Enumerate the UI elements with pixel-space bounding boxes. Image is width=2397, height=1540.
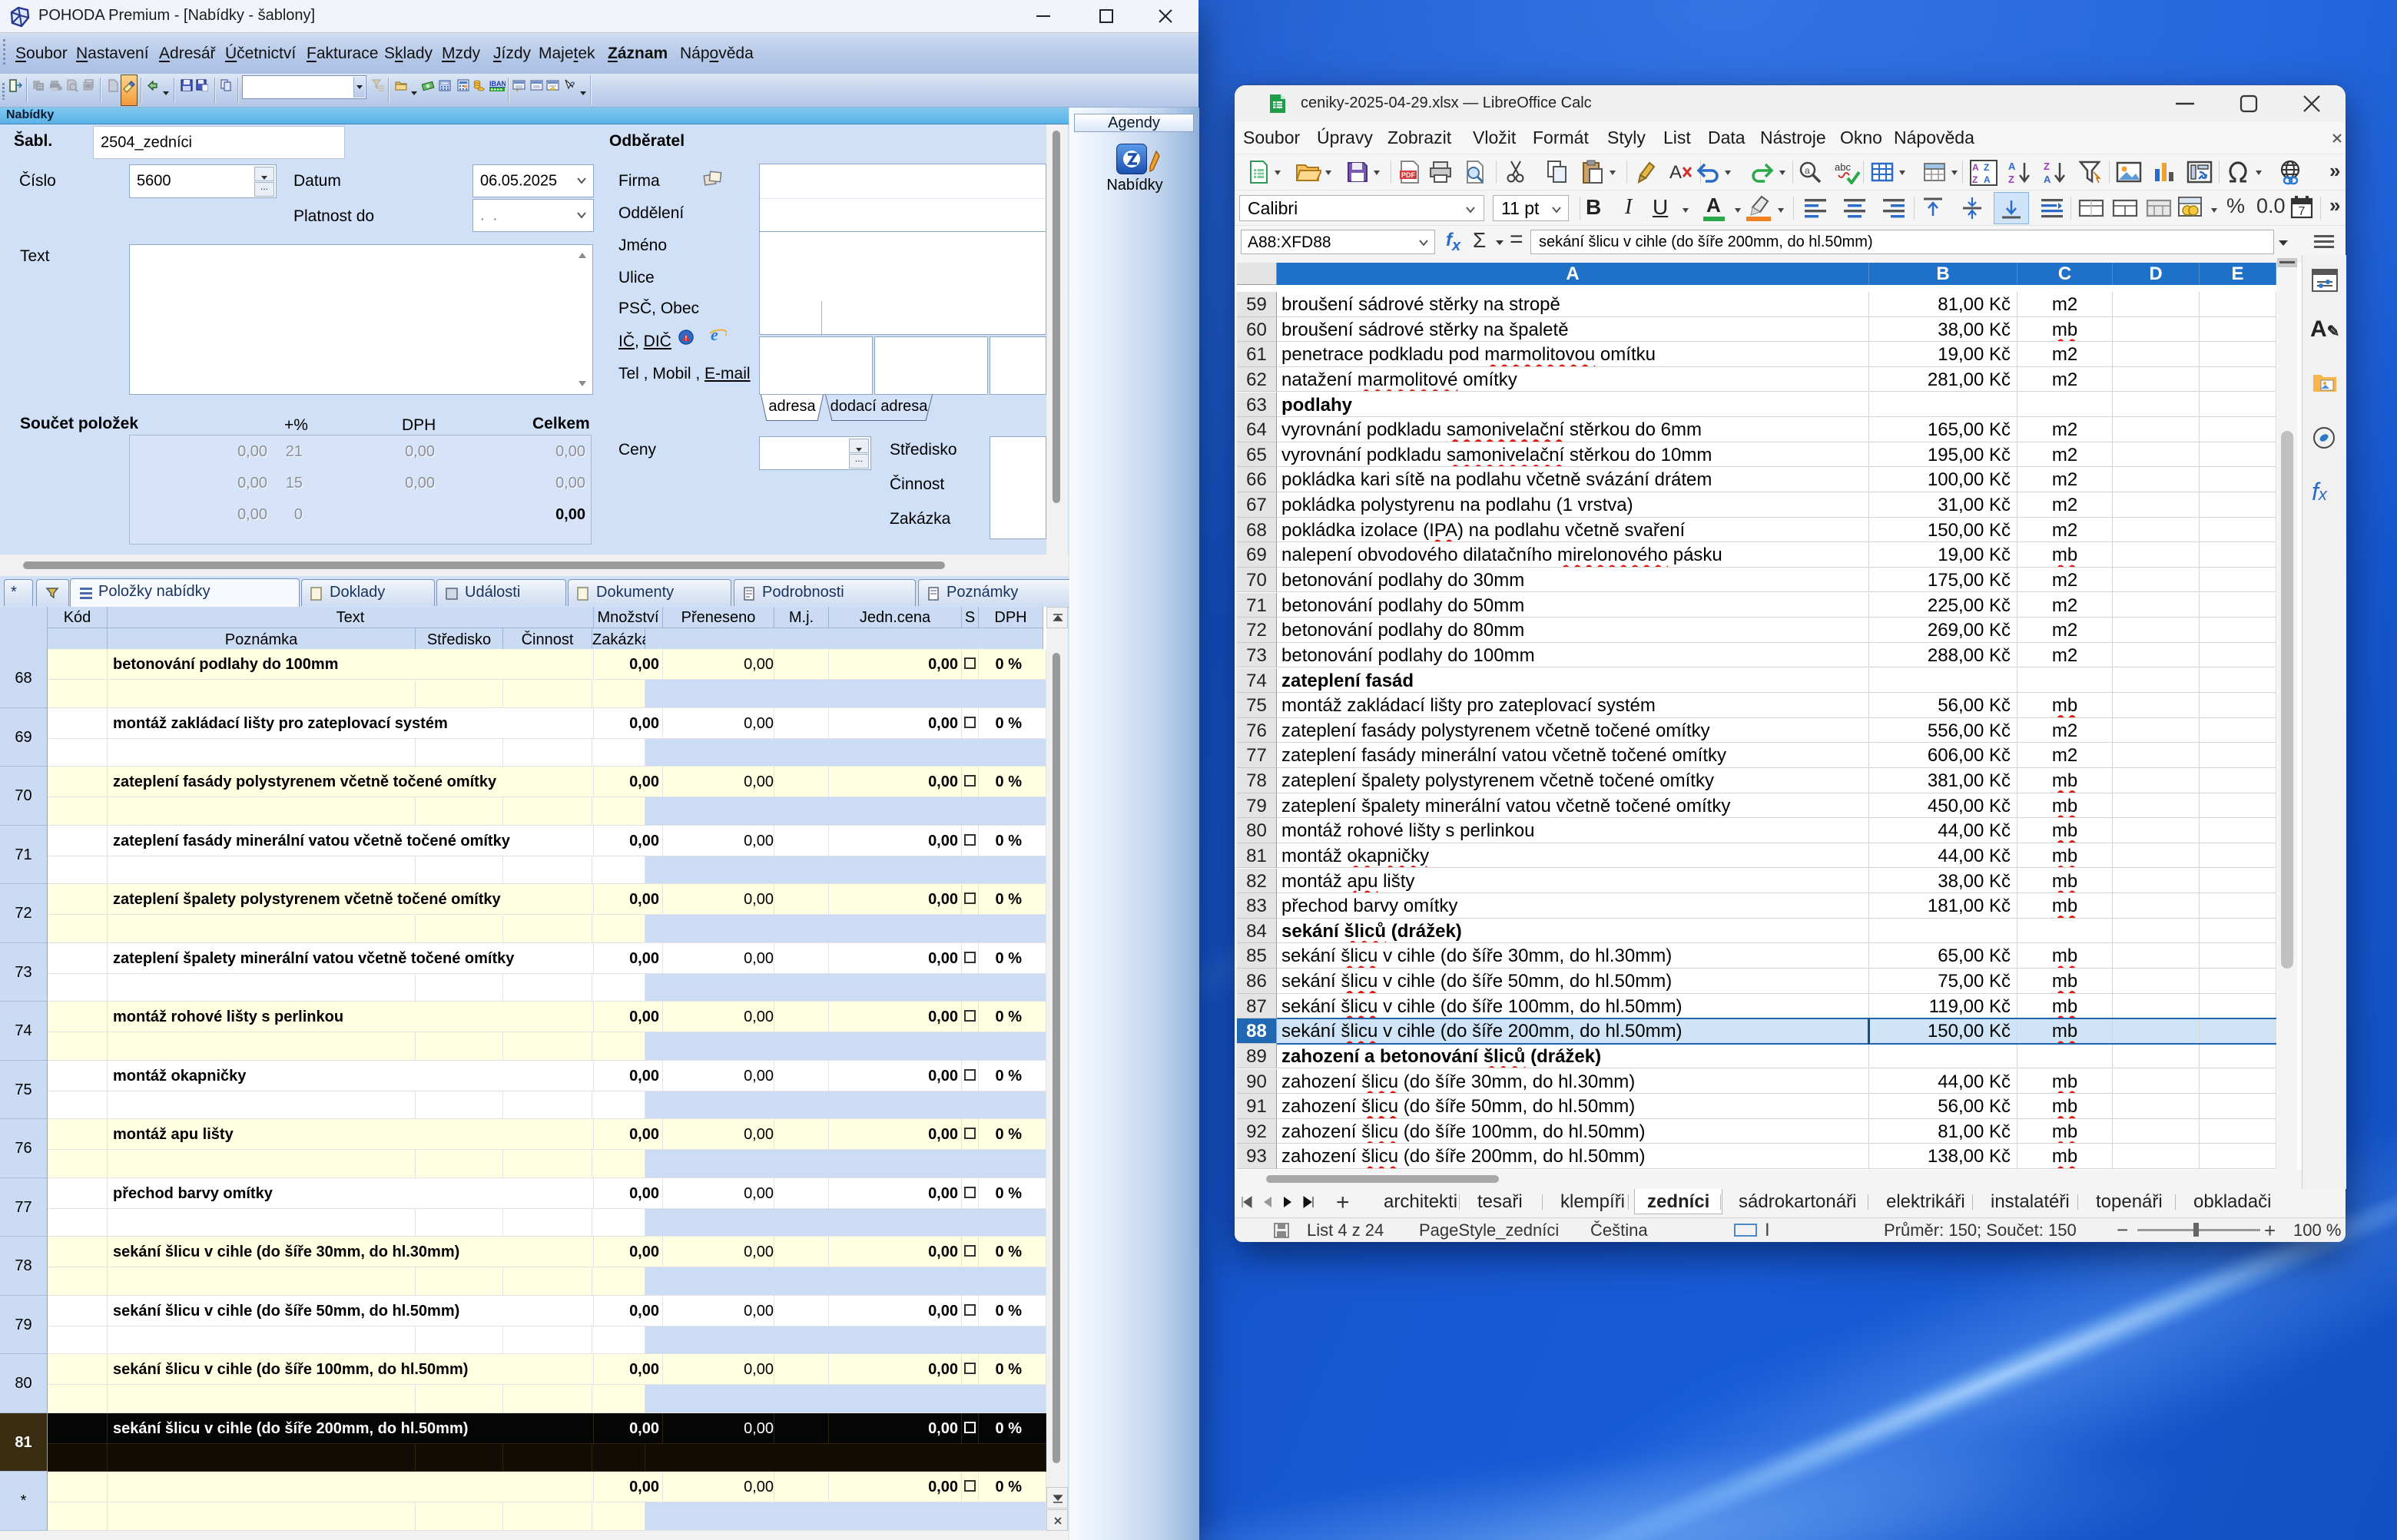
svg-text:a: a <box>1805 165 1810 176</box>
svg-text:A: A <box>2008 161 2016 172</box>
svg-text:abc: abc <box>1835 161 1851 173</box>
svg-text:Z: Z <box>1972 174 1978 185</box>
svg-text:e: e <box>711 326 718 344</box>
svg-text:A: A <box>1669 162 1682 183</box>
svg-text:A: A <box>2044 174 2051 184</box>
svg-text:Z: Z <box>2008 174 2014 184</box>
svg-text:A: A <box>1972 162 1979 173</box>
svg-text:Z: Z <box>2044 161 2050 172</box>
svg-text:Z: Z <box>1984 162 1989 173</box>
svg-text:7: 7 <box>2299 205 2306 218</box>
svg-text:A: A <box>1984 174 1991 185</box>
svg-text:IBAN: IBAN <box>489 80 506 88</box>
svg-text:PDF: PDF <box>1401 171 1416 179</box>
svg-text:?: ? <box>570 81 575 90</box>
svg-text:!: ! <box>685 335 688 342</box>
